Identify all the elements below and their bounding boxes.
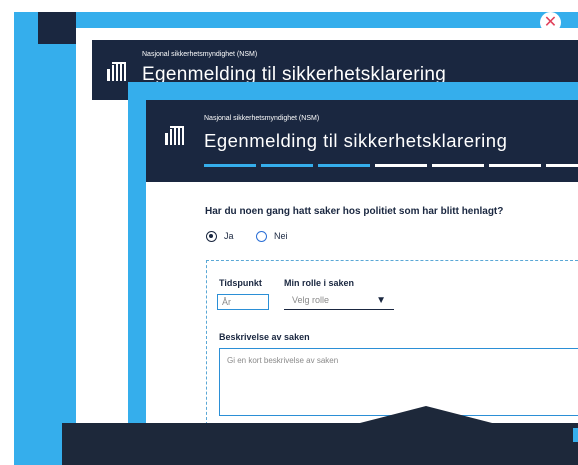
description-label: Beskrivelse av saken	[219, 332, 310, 342]
radio-nei-icon[interactable]	[256, 230, 267, 242]
progress-step-5	[432, 164, 484, 167]
corner-tab	[573, 428, 578, 442]
radio-ja-label: Ja	[224, 231, 234, 241]
radio-ja-icon[interactable]	[206, 230, 217, 242]
time-label: Tidspunkt	[219, 278, 262, 288]
progress-step-6	[489, 164, 541, 167]
front-agency-name: Nasjonal sikkerhetsmyndighet (NSM)	[204, 115, 320, 122]
overlay-pointer-shape	[356, 406, 496, 424]
progress-step-3	[318, 164, 370, 167]
radio-option-nei[interactable]: Nei	[256, 228, 288, 244]
close-icon[interactable]: ✕	[540, 12, 561, 33]
radio-nei-label: Nei	[274, 231, 288, 241]
role-label: Min rolle i saken	[284, 278, 355, 288]
nsm-logo-icon	[165, 126, 184, 145]
progress-step-1	[204, 164, 256, 167]
progress-step-2	[261, 164, 313, 167]
front-window-title: Egenmelding til sikkerhetsklarering	[204, 130, 508, 151]
year-input[interactable]: År	[217, 294, 269, 310]
bottom-overlay-panel	[62, 423, 578, 465]
nsm-logo-icon	[107, 62, 126, 81]
dropdown-arrow-icon[interactable]: ▼	[376, 296, 386, 306]
progress-step-4	[375, 164, 427, 167]
form-question: Har du noen gang hatt saker hos politiet…	[205, 206, 504, 217]
back-agency-name: Nasjonal sikkerhetsmyndighet (NSM)	[142, 51, 258, 58]
role-select-value: Velg rolle	[292, 295, 330, 305]
role-select[interactable]: Velg rolle ▼	[284, 292, 394, 310]
radio-option-ja[interactable]: Ja	[206, 228, 234, 244]
progress-step-7	[546, 164, 578, 167]
front-window-header: Nasjonal sikkerhetsmyndighet (NSM) Egenm…	[146, 100, 578, 182]
